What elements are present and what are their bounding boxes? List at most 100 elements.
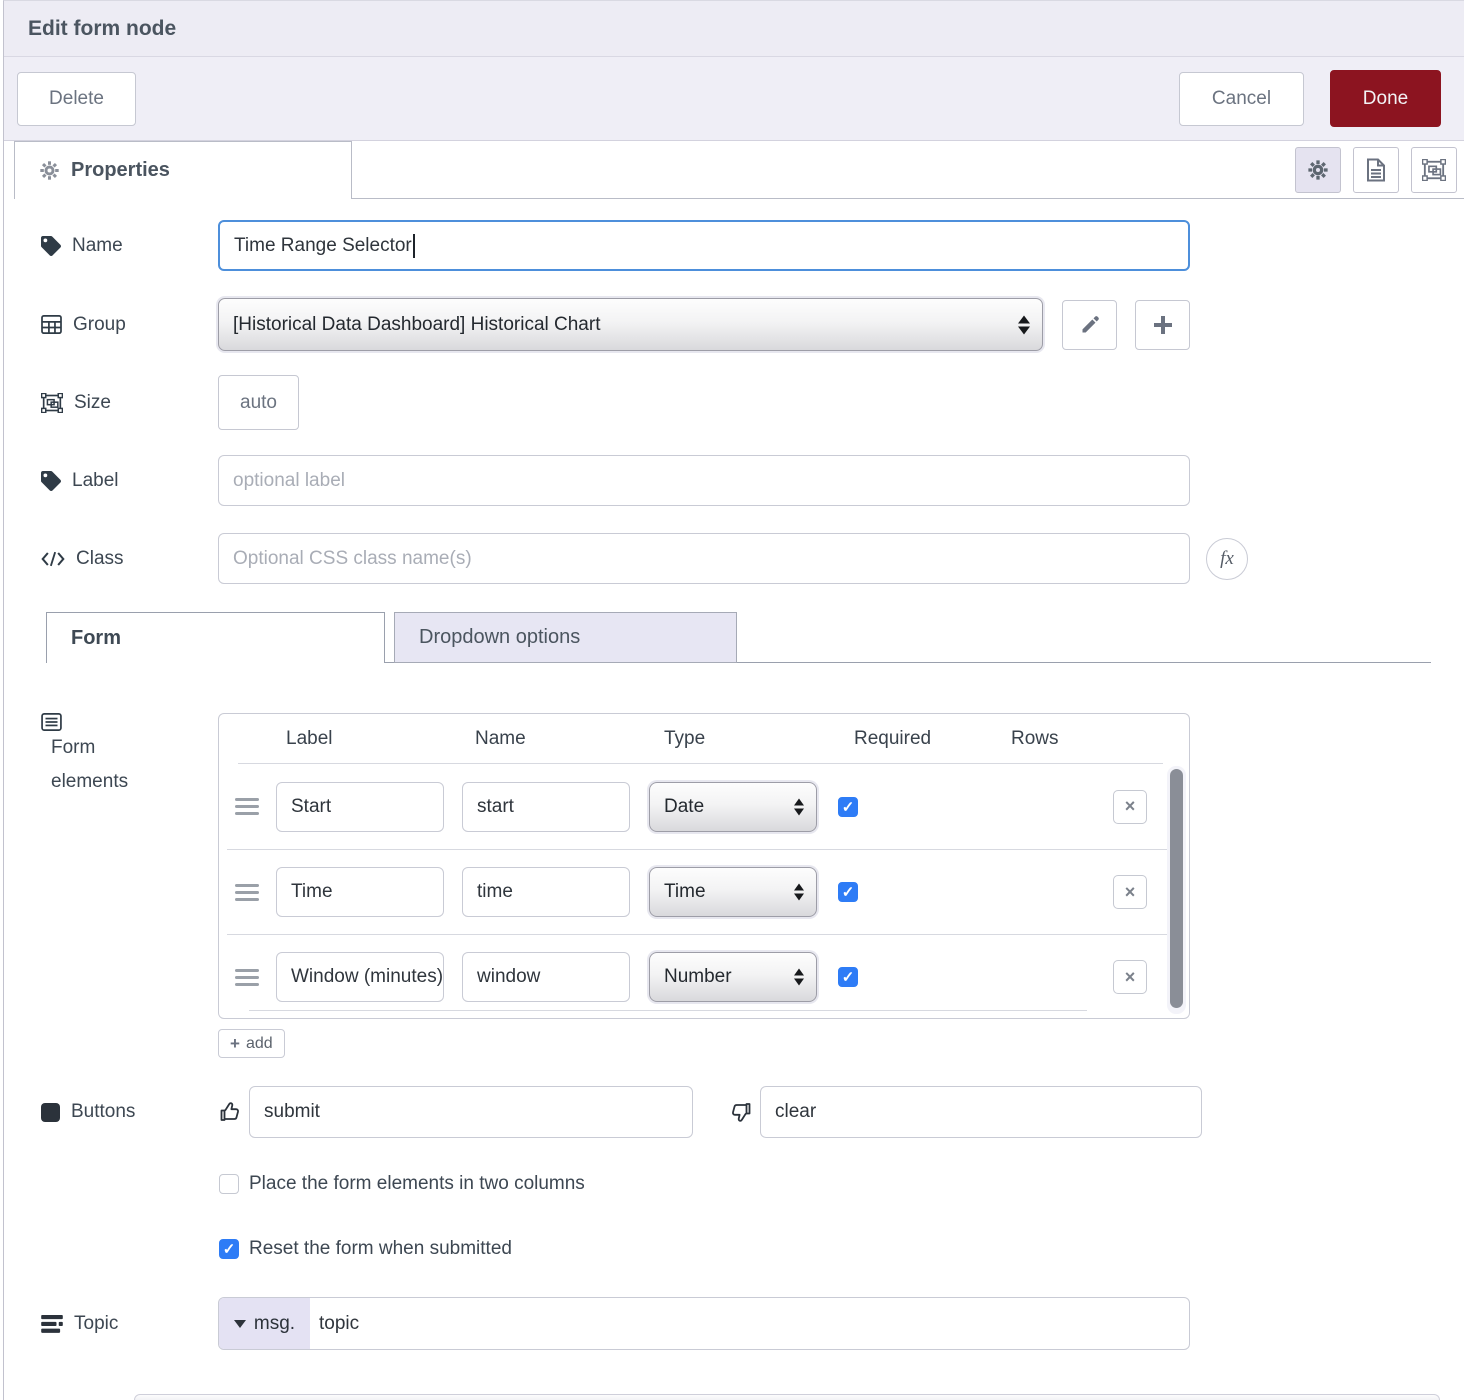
form-section-tabs: Form Dropdown options	[46, 612, 1431, 663]
reset-option: Reset the form when submitted	[219, 1238, 1464, 1260]
label-row: Label optional label	[41, 455, 1464, 506]
element-label-input[interactable]: Start	[276, 781, 444, 832]
add-group-button[interactable]	[1135, 299, 1190, 350]
delete-element-button[interactable]: ×	[1113, 875, 1147, 909]
class-row: Class Optional CSS class name(s) fx	[41, 533, 1464, 584]
reset-form-checkbox[interactable]	[219, 1239, 239, 1259]
element-type-select[interactable]: Time	[649, 867, 817, 917]
expression-fx-button[interactable]: fx	[1206, 537, 1248, 580]
column-header-required: Required	[854, 728, 932, 749]
form-elements-list: Label Name Type Required Rows Start star…	[218, 713, 1190, 1019]
delete-element-button[interactable]: ×	[1113, 789, 1147, 824]
close-icon: ×	[1124, 881, 1136, 902]
element-label-input[interactable]: Time	[276, 867, 444, 917]
cancel-button[interactable]: Cancel	[1179, 72, 1304, 126]
topic-value-input[interactable]: topic	[310, 1298, 359, 1349]
object-group-icon	[1422, 159, 1446, 181]
edit-group-button[interactable]	[1062, 299, 1117, 350]
thumbs-up-icon	[218, 1100, 242, 1124]
label-input[interactable]: optional label	[218, 455, 1190, 506]
name-label: Name	[41, 235, 218, 257]
pencil-icon	[1080, 315, 1100, 335]
node-description-view-button[interactable]	[1353, 147, 1399, 193]
drag-handle-icon[interactable]	[235, 883, 259, 901]
class-input[interactable]: Optional CSS class name(s)	[218, 533, 1190, 584]
name-row: Name Time Range Selector	[41, 220, 1464, 271]
tab-bar-divider	[352, 198, 1464, 199]
select-arrows-icon	[1018, 315, 1030, 334]
node-appearance-view-button[interactable]	[1411, 147, 1457, 193]
node-properties-view-button[interactable]	[1295, 147, 1341, 193]
form-element-row: Start start Date ×	[219, 764, 1167, 849]
clipped-bottom-field	[134, 1394, 1440, 1400]
column-header-label: Label	[286, 728, 333, 749]
form-elements-header: Label Name Type Required Rows	[219, 714, 1189, 764]
required-checkbox[interactable]	[838, 967, 858, 987]
tab-properties-label: Properties	[71, 159, 170, 181]
drag-handle-icon[interactable]	[235, 798, 259, 815]
element-type-select[interactable]: Number	[649, 952, 817, 1002]
select-arrows-icon	[794, 968, 804, 986]
close-icon: ×	[1124, 966, 1136, 987]
two-columns-option: Place the form elements in two columns	[219, 1173, 1464, 1195]
size-button[interactable]: auto	[218, 375, 299, 430]
fx-icon: fx	[1220, 547, 1234, 569]
submit-button-input[interactable]: submit	[249, 1086, 693, 1138]
element-name-input[interactable]: start	[462, 781, 630, 832]
group-row: Group [Historical Data Dashboard] Histor…	[41, 298, 1464, 351]
select-arrows-icon	[794, 883, 804, 901]
name-input[interactable]: Time Range Selector	[218, 220, 1190, 271]
label-label: Label	[41, 470, 218, 492]
required-checkbox[interactable]	[838, 796, 858, 817]
delete-button[interactable]: Delete	[17, 72, 136, 126]
dialog-button-bar: Delete Cancel Done	[4, 57, 1464, 141]
column-header-type: Type	[664, 728, 706, 749]
required-checkbox[interactable]	[838, 882, 858, 902]
two-columns-label: Place the form elements in two columns	[249, 1173, 585, 1194]
element-label-input[interactable]: Window (minutes)	[276, 952, 444, 1002]
chevron-down-icon	[233, 1319, 246, 1328]
row-divider	[249, 1010, 1087, 1011]
topic-type-select[interactable]: msg.	[219, 1298, 310, 1349]
group-select-value: [Historical Data Dashboard] Historical C…	[233, 313, 601, 335]
size-label: Size	[41, 392, 218, 414]
column-header-rows: Rows	[1011, 728, 1059, 749]
tab-form[interactable]: Form	[46, 612, 385, 663]
object-group-icon	[41, 392, 63, 413]
element-name-input[interactable]: time	[462, 867, 630, 917]
reset-form-label: Reset the form when submitted	[249, 1238, 512, 1259]
topic-label: Topic	[41, 1313, 218, 1335]
scrollbar-track[interactable]	[1167, 766, 1186, 1014]
form-element-row: Time time Time ×	[227, 849, 1167, 934]
buttons-label: Buttons	[41, 1101, 218, 1123]
topic-row: Topic msg. topic	[41, 1297, 1464, 1350]
tab-dropdown-options[interactable]: Dropdown options	[394, 612, 737, 663]
buttons-row: Buttons submit clear	[41, 1086, 1464, 1138]
list-icon	[41, 713, 218, 731]
form-elements-row: Form elements Label Name Type Required R…	[41, 713, 1464, 1019]
delete-element-button[interactable]: ×	[1113, 960, 1147, 994]
name-input-value: Time Range Selector	[234, 234, 412, 256]
tag-icon	[41, 470, 61, 491]
dialog-header: Edit form node	[4, 1, 1464, 57]
element-name-input[interactable]: window	[462, 952, 630, 1002]
document-icon	[1366, 158, 1386, 182]
gear-icon	[1307, 159, 1329, 181]
add-element-button[interactable]: + add	[218, 1029, 285, 1058]
group-select[interactable]: [Historical Data Dashboard] Historical C…	[218, 298, 1043, 351]
clear-button-input[interactable]: clear	[760, 1086, 1202, 1138]
tab-properties[interactable]: Properties	[14, 141, 352, 199]
element-type-select[interactable]: Date	[649, 781, 817, 832]
edit-form-node-dialog: Edit form node Delete Cancel Done Proper…	[3, 0, 1464, 1400]
two-columns-checkbox[interactable]	[219, 1174, 239, 1194]
tag-icon	[41, 235, 61, 256]
text-caret	[412, 233, 415, 258]
label-input-placeholder: optional label	[233, 469, 345, 491]
class-label: Class	[41, 548, 218, 570]
done-button[interactable]: Done	[1330, 70, 1441, 127]
form-elements-label: Form elements	[41, 713, 218, 1019]
code-icon	[41, 551, 65, 567]
drag-handle-icon[interactable]	[235, 968, 259, 986]
scrollbar-thumb[interactable]	[1170, 769, 1183, 1008]
form-element-row: Window (minutes) window Number ×	[227, 934, 1167, 1018]
